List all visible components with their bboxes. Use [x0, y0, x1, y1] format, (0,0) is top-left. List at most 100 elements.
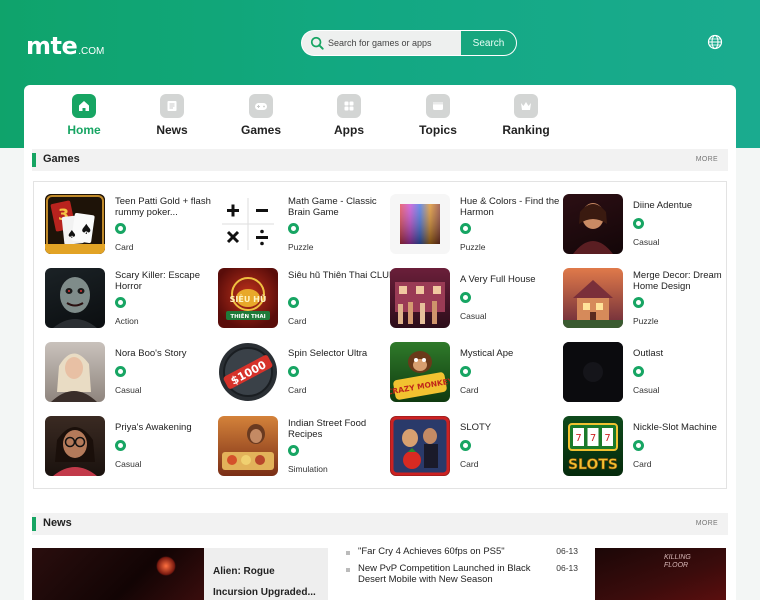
games-section-title: Games	[43, 153, 80, 165]
search-button[interactable]: Search	[461, 31, 516, 55]
math-thumb	[218, 194, 278, 254]
nav-topics[interactable]: Topics	[403, 94, 473, 137]
games-grid: 3 ♠ ♠ Teen Patti Gold + flash rummy poke…	[33, 181, 727, 489]
game-name: Diine Adentue	[633, 200, 693, 211]
nora-thumb	[45, 342, 105, 402]
bullet-icon	[346, 551, 350, 555]
download-icon[interactable]	[633, 297, 644, 308]
game-card[interactable]: Math Game - Classic Brain Game Puzzle	[218, 194, 388, 258]
sieuhu-sub-text: THIÊN THAI	[230, 312, 265, 320]
featured-news[interactable]: Alien: Rogue Incursion Upgraded...	[32, 548, 328, 600]
sieuhu-thumb: SIÊU HŨ THIÊN THAI	[218, 268, 278, 328]
svg-text:♠: ♠	[80, 222, 93, 238]
download-icon[interactable]	[460, 292, 471, 303]
home-icon	[72, 94, 96, 118]
game-category: Card	[460, 385, 479, 395]
sieuhu-text: SIÊU HŨ	[230, 293, 267, 304]
game-card[interactable]: Diine Adentue Casual	[563, 194, 733, 258]
featured-news-glow	[156, 556, 176, 576]
gamepad-icon	[249, 94, 273, 118]
download-icon[interactable]	[633, 440, 644, 451]
game-category: Simulation	[288, 464, 328, 474]
download-icon[interactable]	[633, 366, 644, 377]
game-card[interactable]: A Very Full House Casual	[390, 268, 560, 332]
game-name: Math Game - Classic Brain Game	[288, 196, 377, 218]
download-icon[interactable]	[115, 366, 126, 377]
nav-news[interactable]: News	[137, 94, 207, 137]
download-icon[interactable]	[460, 223, 471, 234]
search-input[interactable]: Search for games or apps	[302, 31, 461, 55]
game-category: Card	[460, 459, 479, 469]
game-category: Card	[288, 316, 307, 326]
spin-thumb: $1000	[218, 342, 278, 402]
game-card[interactable]: Priya's Awakening Casual	[45, 416, 215, 480]
download-icon[interactable]	[115, 440, 126, 451]
download-icon[interactable]	[115, 223, 126, 234]
search-placeholder: Search for games or apps	[328, 38, 432, 48]
crown-icon	[514, 94, 538, 118]
site-logo[interactable]: mte .COM	[26, 32, 105, 60]
featured-news-image	[32, 548, 204, 600]
news-more-link[interactable]: MORE	[696, 520, 718, 527]
download-icon[interactable]	[460, 366, 471, 377]
decor-thumb	[563, 268, 623, 328]
download-icon[interactable]	[115, 297, 126, 308]
game-name: Mystical Ape	[460, 348, 514, 359]
game-category: Casual	[460, 311, 487, 321]
section-accent	[32, 153, 36, 167]
game-name: Siêu hũ Thiên Thai CLUB	[288, 270, 396, 281]
nav-ranking-label: Ranking	[502, 123, 550, 137]
game-category: Card	[633, 459, 652, 469]
download-icon[interactable]	[633, 218, 644, 229]
game-card[interactable]: $1000 Spin Selector Ultra Card	[218, 342, 388, 406]
game-card[interactable]: Hue & Colors - Find the Harmon Puzzle	[390, 194, 560, 258]
side-news-image[interactable]: KILLING FLOOR	[595, 548, 726, 600]
game-name: A Very Full House	[460, 274, 536, 285]
game-category: Puzzle	[460, 242, 486, 252]
news-section-title: News	[43, 517, 72, 529]
ape-thumb: CRAZY MONKEY	[390, 342, 450, 402]
download-icon[interactable]	[288, 366, 299, 377]
search-bar[interactable]: Search for games or apps Search	[301, 30, 517, 56]
games-section-header: Games MORE	[32, 149, 728, 171]
games-more-link[interactable]: MORE	[696, 156, 718, 163]
game-card[interactable]: SIÊU HŨ THIÊN THAI Siêu hũ Thiên Thai CL…	[218, 268, 395, 332]
game-card[interactable]: Indian Street Food Recipes Simulation	[218, 416, 388, 480]
svg-text:7: 7	[604, 433, 610, 444]
game-card[interactable]: Merge Decor: Dream Home Design Puzzle	[563, 268, 733, 332]
svg-text:♠: ♠	[67, 228, 77, 241]
game-card[interactable]: Nora Boo's Story Casual	[45, 342, 215, 406]
news-item[interactable]: New PvP Competition Launched in Black De…	[346, 563, 578, 585]
game-card[interactable]: 3 ♠ ♠ Teen Patti Gold + flash rummy poke…	[45, 194, 215, 258]
game-category: Puzzle	[633, 316, 659, 326]
nav-ranking[interactable]: Ranking	[491, 94, 561, 137]
nav-news-label: News	[156, 123, 188, 137]
nav-apps[interactable]: Apps	[314, 94, 384, 137]
globe-icon[interactable]	[707, 34, 723, 50]
game-name: Hue & Colors - Find the Harmon	[460, 196, 560, 218]
nav-games[interactable]: Games	[226, 94, 296, 137]
game-card[interactable]: CRAZY MONKEY Mystical Ape Card	[390, 342, 560, 406]
nav-home[interactable]: Home	[49, 94, 119, 137]
game-card[interactable]: SLOTY Card	[390, 416, 560, 480]
download-icon[interactable]	[460, 440, 471, 451]
game-name: Priya's Awakening	[115, 422, 192, 433]
news-section-header: News MORE	[32, 513, 728, 535]
news-icon	[160, 94, 184, 118]
download-icon[interactable]	[288, 445, 299, 456]
topics-icon	[426, 94, 450, 118]
logo-suffix: .COM	[78, 46, 105, 57]
game-name: Indian Street Food Recipes	[288, 418, 367, 440]
download-icon[interactable]	[288, 297, 299, 308]
game-card[interactable]: 7 7 7 SLOTS Nickle-Slot Machine Card	[563, 416, 733, 480]
nav-apps-label: Apps	[334, 123, 364, 137]
game-name: Merge Decor: Dream Home Design	[633, 270, 722, 292]
main-card: Home News Games Apps Topics Ranking Game…	[24, 85, 736, 600]
download-icon[interactable]	[288, 223, 299, 234]
game-category: Action	[115, 316, 139, 326]
game-category: Puzzle	[288, 242, 314, 252]
sloty-thumb	[390, 416, 450, 476]
news-item[interactable]: "Far Cry 4 Achieves 60fps on PS5" 06-13	[346, 546, 578, 557]
game-card[interactable]: Outlast Casual	[563, 342, 733, 406]
game-card[interactable]: Scary Killer: Escape Horror Action	[45, 268, 215, 332]
